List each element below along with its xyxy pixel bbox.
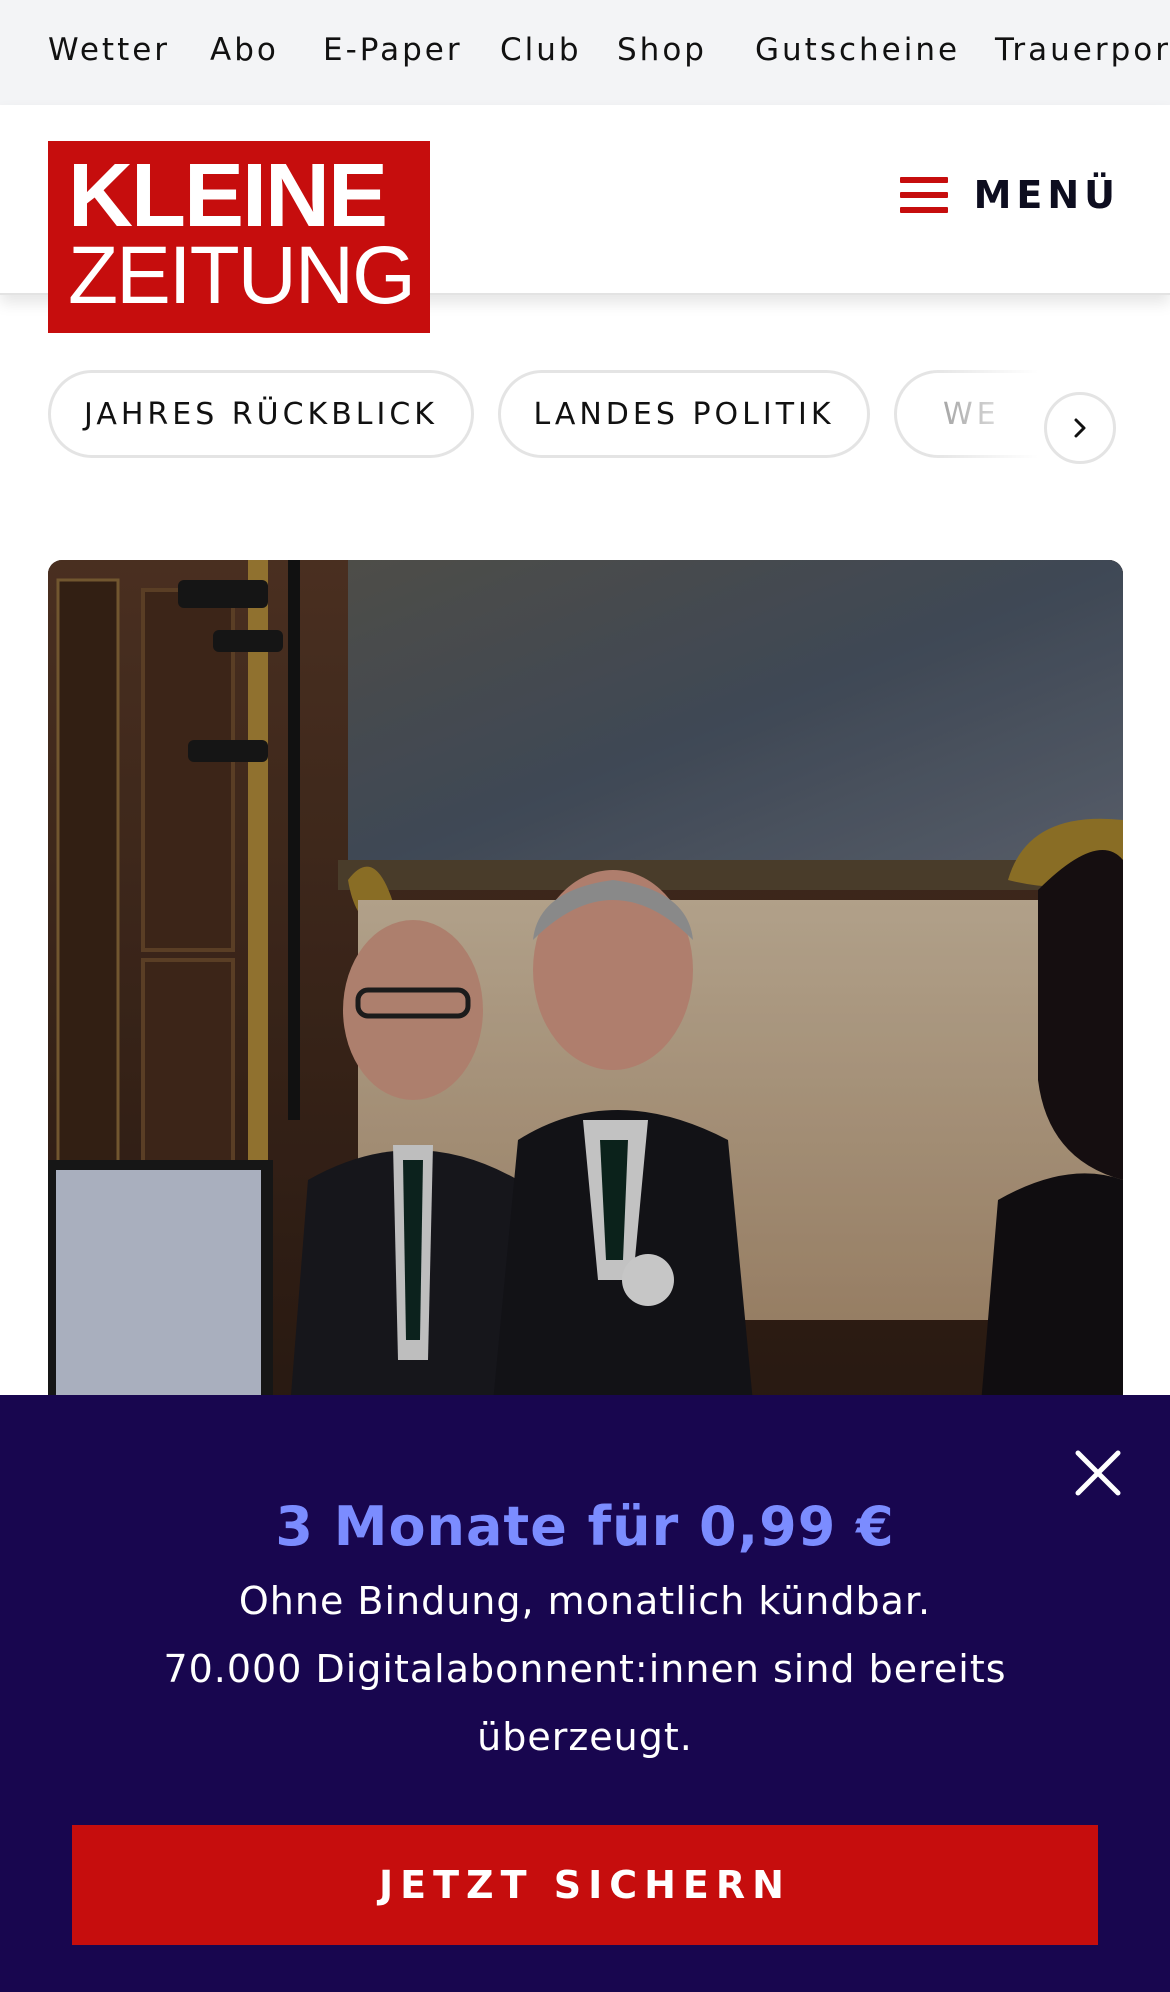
close-icon bbox=[1075, 1450, 1121, 1496]
logo-line-1: KLEINE bbox=[68, 146, 388, 246]
kleine-zeitung-logo[interactable]: KLEINE ZEITUNG bbox=[48, 141, 430, 333]
logo-line-2: ZEITUNG bbox=[68, 230, 416, 321]
topnav-link-shop[interactable]: Shop bbox=[617, 32, 707, 68]
pill-jahresrueckblick[interactable]: JAHRES RÜCKBLICK bbox=[48, 370, 474, 458]
hamburger-icon bbox=[900, 177, 948, 213]
chevron-right-icon bbox=[1074, 418, 1086, 438]
topnav-link-club[interactable]: Club bbox=[500, 32, 582, 68]
topnav-link-abo[interactable]: Abo bbox=[210, 32, 279, 68]
menu-button[interactable]: MENÜ bbox=[900, 165, 1120, 225]
topnav-link-trauerportal[interactable]: Trauerportal bbox=[995, 32, 1170, 68]
subscription-promo-banner: 3 Monate für 0,99 € Ohne Bindung, monatl… bbox=[0, 1395, 1170, 1992]
promo-close-button[interactable] bbox=[1070, 1445, 1126, 1501]
promo-text-line-3: überzeugt. bbox=[477, 1715, 693, 1759]
top-utility-nav: Wetter Abo E-Paper Club Shop Gutscheine … bbox=[0, 0, 1170, 105]
topnav-link-epaper[interactable]: E-Paper bbox=[323, 32, 463, 68]
promo-text-line-1: Ohne Bindung, monatlich kündbar. bbox=[238, 1579, 932, 1623]
pill-landespolitik[interactable]: LANDES POLITIK bbox=[498, 370, 870, 458]
category-pill-bar: JAHRES RÜCKBLICK LANDES POLITIK WE bbox=[0, 368, 1170, 460]
promo-headline: 3 Monate für 0,99 € bbox=[275, 1495, 895, 1558]
pill-scroll-right-button[interactable] bbox=[1044, 392, 1116, 464]
menu-label: MENÜ bbox=[973, 173, 1120, 217]
topnav-link-gutscheine[interactable]: Gutscheine bbox=[755, 32, 960, 68]
promo-text-line-2: 70.000 Digitalabonnent:innen sind bereit… bbox=[163, 1647, 1007, 1691]
site-header: KLEINE ZEITUNG MENÜ bbox=[0, 105, 1170, 333]
topnav-link-wetter[interactable]: Wetter bbox=[48, 32, 170, 68]
jetzt-sichern-button[interactable]: JETZT SICHERN bbox=[72, 1825, 1098, 1945]
